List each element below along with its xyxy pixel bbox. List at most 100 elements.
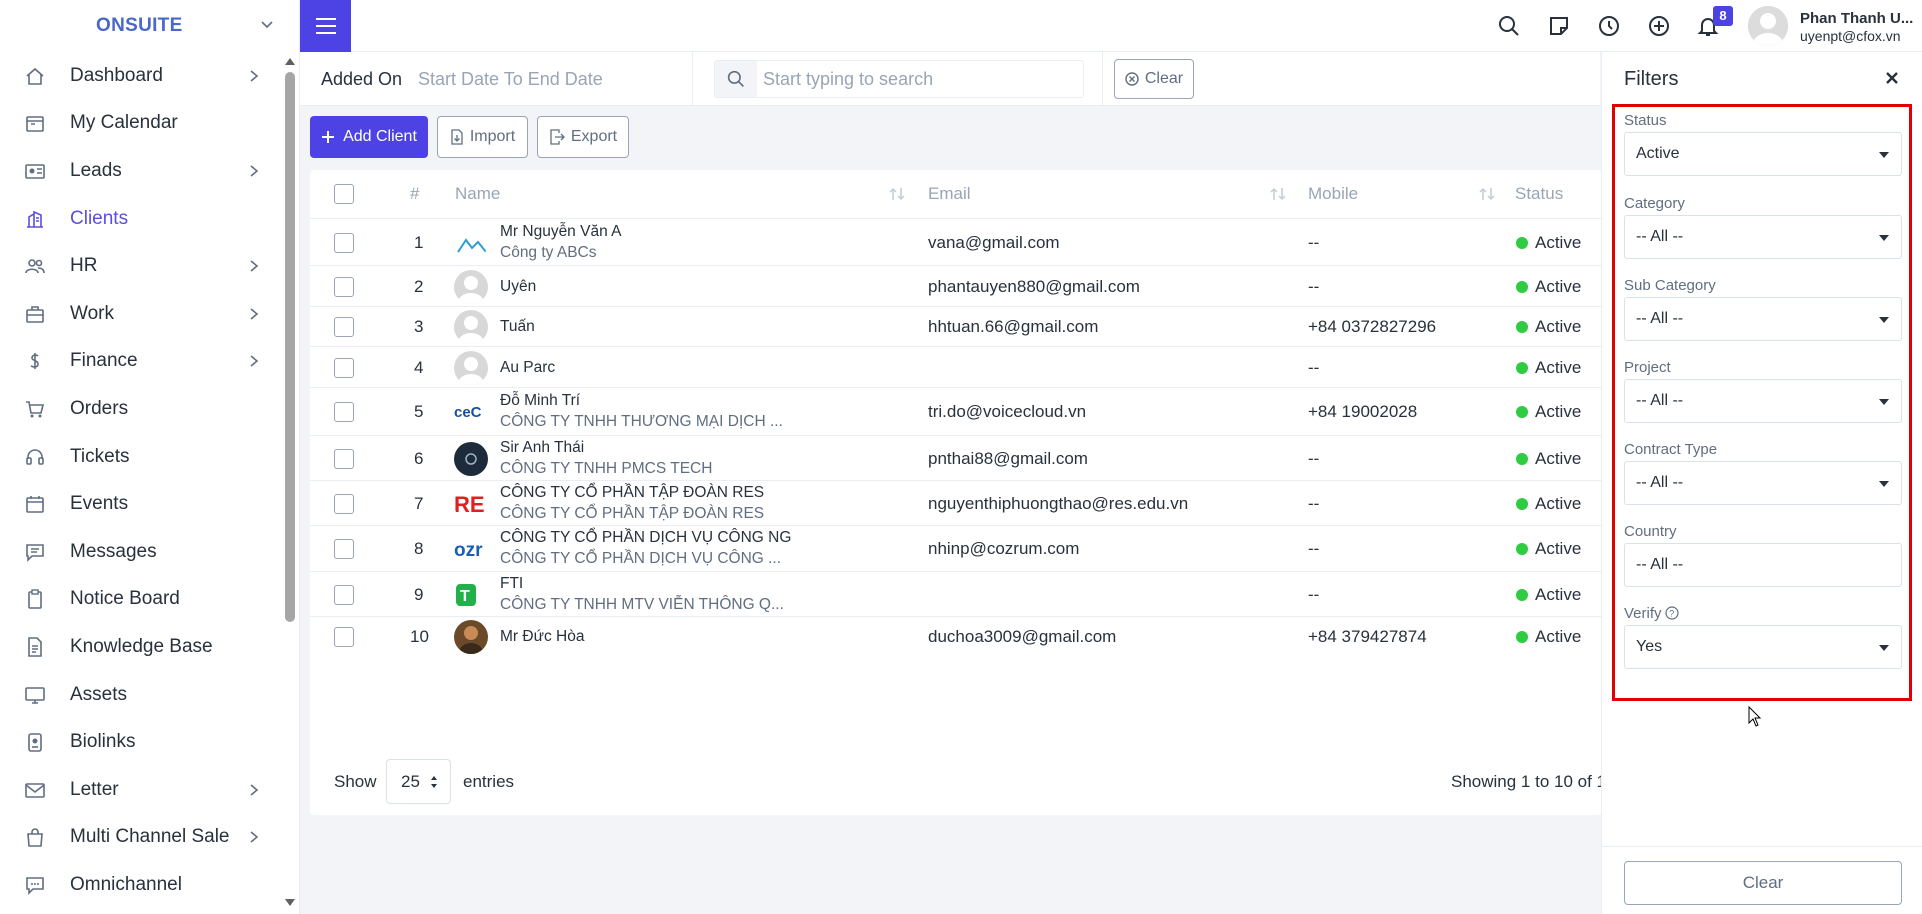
scroll-down-icon[interactable] xyxy=(284,898,296,908)
sidebar-item-finance[interactable]: Finance xyxy=(0,338,282,386)
row-checkbox[interactable] xyxy=(334,627,354,647)
client-name[interactable]: Đỗ Minh Trí xyxy=(500,392,580,410)
sidebar-item-leads[interactable]: Leads xyxy=(0,147,282,195)
client-name[interactable]: Mr Đức Hòa xyxy=(500,628,584,646)
help-circle-icon[interactable]: ? xyxy=(1664,606,1679,620)
sidebar-item-messages[interactable]: Messages xyxy=(0,528,282,576)
client-name[interactable]: CÔNG TY CỔ PHẦN DỊCH VỤ CÔNG NG xyxy=(500,529,791,547)
row-checkbox[interactable] xyxy=(334,402,354,422)
column-header-mobile[interactable]: Mobile xyxy=(1308,170,1358,218)
client-avatar[interactable]: RE xyxy=(454,486,488,521)
notification-badge[interactable]: 8 xyxy=(1713,6,1733,26)
add-circle-icon[interactable] xyxy=(1648,15,1670,37)
client-name[interactable]: CÔNG TY CỔ PHẦN TẬP ĐOÀN RES xyxy=(500,484,764,502)
search-input[interactable] xyxy=(763,61,1063,97)
sort-icon[interactable] xyxy=(888,186,906,202)
clock-icon[interactable] xyxy=(1598,15,1620,37)
filter-select-category[interactable]: -- All -- xyxy=(1624,215,1902,259)
table-row[interactable]: 3 Tuấn hhtuan.66@gmail.com +84 0372827296 Ac… xyxy=(310,306,1602,346)
chevron-right-icon[interactable] xyxy=(248,69,260,83)
table-row[interactable]: 4 Au Parc -- Active xyxy=(310,346,1602,387)
table-row[interactable]: 1 Mr Nguyễn Văn A Công ty ABCs vana@gmail.c… xyxy=(310,218,1602,265)
select-all-checkbox[interactable] xyxy=(334,184,354,204)
client-avatar[interactable] xyxy=(454,225,488,260)
filters-clear-button[interactable]: Clear xyxy=(1624,861,1902,905)
sort-icon[interactable] xyxy=(1478,186,1496,202)
date-range-picker[interactable]: Start Date To End Date xyxy=(418,69,603,90)
sidebar-item-my-calendar[interactable]: My Calendar xyxy=(0,100,282,148)
row-checkbox[interactable] xyxy=(334,584,354,605)
sidebar-item-notice-board[interactable]: Notice Board xyxy=(0,576,282,624)
client-name[interactable]: Sir Anh Thái xyxy=(500,439,584,457)
close-icon[interactable] xyxy=(1884,70,1900,86)
filter-select-status[interactable]: Active xyxy=(1624,132,1902,176)
sticky-note-icon[interactable] xyxy=(1548,15,1570,37)
client-avatar[interactable]: T xyxy=(454,577,488,612)
row-checkbox[interactable] xyxy=(334,317,354,337)
column-header-status[interactable]: Status xyxy=(1515,170,1563,218)
table-row[interactable]: 10 Mr Đức Hòa duchoa3009@gmail.com +84 3794… xyxy=(310,616,1602,656)
client-avatar[interactable] xyxy=(454,620,488,654)
sidebar-item-work[interactable]: Work xyxy=(0,290,282,338)
sort-icon[interactable] xyxy=(1269,186,1287,202)
export-button[interactable]: Export xyxy=(537,116,629,158)
client-avatar[interactable] xyxy=(454,441,488,476)
menu-toggle-button[interactable] xyxy=(300,0,351,52)
filter-select-contract-type[interactable]: -- All -- xyxy=(1624,461,1902,505)
chevron-right-icon[interactable] xyxy=(248,259,260,273)
filter-select-country[interactable]: -- All -- xyxy=(1624,543,1902,587)
row-checkbox[interactable] xyxy=(334,448,354,469)
row-checkbox[interactable] xyxy=(334,276,354,297)
client-avatar[interactable]: ceC xyxy=(454,395,488,429)
row-checkbox[interactable] xyxy=(334,232,354,253)
search-icon[interactable] xyxy=(1498,15,1520,37)
column-header-email[interactable]: Email xyxy=(928,170,971,218)
sidebar-item-multi-channel-sale[interactable]: Multi Channel Sale xyxy=(0,814,282,862)
sidebar-item-orders[interactable]: Orders xyxy=(0,385,282,433)
user-name[interactable]: Phan Thanh U... xyxy=(1800,10,1913,27)
table-row[interactable]: 8 ozr CÔNG TY CỔ PHẦN DỊCH VỤ CÔNG NG CÔNG … xyxy=(310,525,1602,571)
sidebar-item-clients[interactable]: Clients xyxy=(0,195,282,243)
table-row[interactable]: 7 RE CÔNG TY CỔ PHẦN TẬP ĐOÀN RES CÔNG TY C… xyxy=(310,480,1602,525)
chevron-right-icon[interactable] xyxy=(248,354,260,368)
user-avatar[interactable] xyxy=(1748,6,1788,46)
search-box[interactable] xyxy=(714,60,1084,98)
scroll-up-icon[interactable] xyxy=(284,56,296,66)
page-size-select[interactable]: 25 xyxy=(386,759,451,804)
table-row[interactable]: 2 Uyên phantauyen880@gmail.com -- Active xyxy=(310,265,1602,306)
clear-filters-button[interactable]: Clear xyxy=(1114,59,1194,99)
sidebar-item-tickets[interactable]: Tickets xyxy=(0,433,282,481)
add-client-button[interactable]: Add Client xyxy=(310,116,428,158)
client-name[interactable]: Au Parc xyxy=(500,359,555,377)
client-name[interactable]: Uyên xyxy=(500,278,536,296)
client-name[interactable]: Tuấn xyxy=(500,318,535,336)
filter-select-verify[interactable]: Yes xyxy=(1624,625,1902,669)
chevron-down-icon[interactable] xyxy=(260,18,274,32)
row-checkbox[interactable] xyxy=(334,539,354,559)
sidebar-item-dashboard[interactable]: Dashboard xyxy=(0,52,282,100)
column-header-name[interactable]: Name xyxy=(455,170,500,218)
client-name[interactable]: Mr Nguyễn Văn A xyxy=(500,223,621,241)
table-row[interactable]: 6 Sir Anh Thái CÔNG TY TNHH PMCS TECH pntha… xyxy=(310,435,1602,480)
brand[interactable]: ONSUITE xyxy=(0,0,299,52)
import-button[interactable]: Import xyxy=(437,116,528,158)
chevron-right-icon[interactable] xyxy=(248,830,260,844)
sidebar-item-biolinks[interactable]: Biolinks xyxy=(0,718,282,766)
table-row[interactable]: 9 T FTI CÔNG TY TNHH MTV VIỄN THÔNG Q... -- A… xyxy=(310,571,1602,616)
client-avatar[interactable] xyxy=(454,310,488,344)
client-avatar[interactable] xyxy=(454,269,488,304)
chevron-right-icon[interactable] xyxy=(248,307,260,321)
table-row[interactable]: 5 ceC Đỗ Minh Trí CÔNG TY TNHH THƯƠNG MẠI D… xyxy=(310,387,1602,435)
client-name[interactable]: FTI xyxy=(500,575,523,593)
sidebar-scroll-thumb[interactable] xyxy=(285,72,295,622)
chevron-right-icon[interactable] xyxy=(248,783,260,797)
sidebar-item-knowledge-base[interactable]: Knowledge Base xyxy=(0,623,282,671)
filter-select-sub-category[interactable]: -- All -- xyxy=(1624,297,1902,341)
sidebar-item-omnichannel[interactable]: Omnichannel xyxy=(0,861,282,909)
row-checkbox[interactable] xyxy=(334,493,354,514)
chevron-right-icon[interactable] xyxy=(248,164,260,178)
client-avatar[interactable]: ozr xyxy=(454,532,488,566)
row-checkbox[interactable] xyxy=(334,357,354,378)
sidebar-item-hr[interactable]: HR xyxy=(0,242,282,290)
sidebar-item-assets[interactable]: Assets xyxy=(0,671,282,719)
